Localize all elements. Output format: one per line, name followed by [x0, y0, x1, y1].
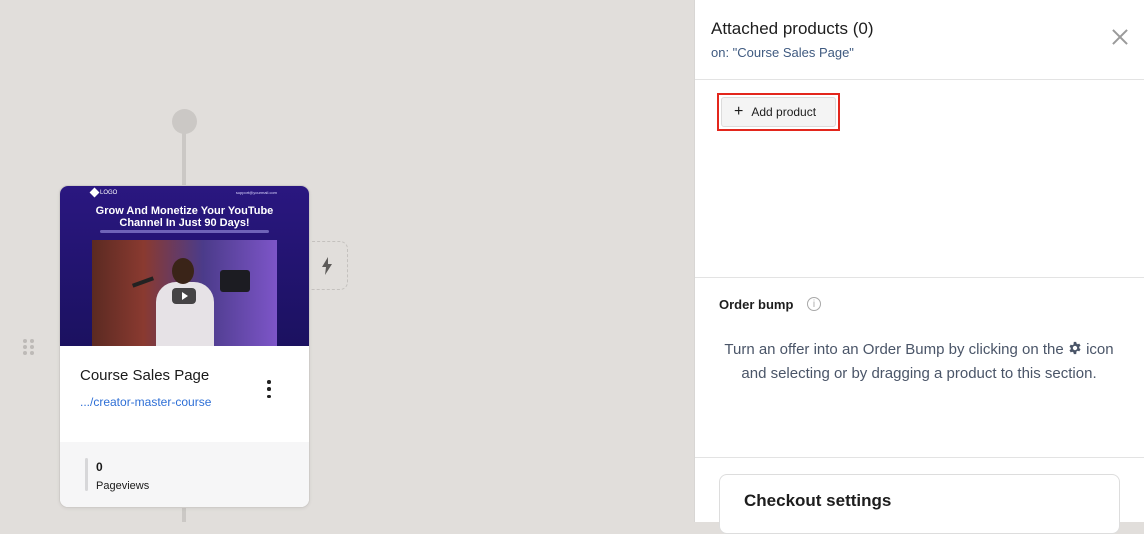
thumbnail-logo: LOGO [89, 187, 118, 198]
panel-header: Attached products (0) on: "Course Sales … [695, 0, 1144, 80]
page-thumbnail: LOGO support@yourmail.com Grow And Monet… [60, 186, 309, 346]
person-head [172, 258, 194, 284]
thumbnail-logo-text: LOGO [100, 189, 118, 196]
panel-title: Attached products (0) [711, 19, 874, 38]
pageviews-label: Pageviews [96, 480, 150, 492]
divider [695, 457, 1144, 458]
add-product-button[interactable]: + Add product [721, 97, 836, 127]
thumbnail-headline: Grow And Monetize Your YouTube Channel I… [95, 205, 274, 229]
close-icon[interactable] [1110, 27, 1130, 47]
checkout-settings-title: Checkout settings [744, 491, 892, 510]
thumbnail-email: support@yourmail.com [235, 190, 277, 195]
info-icon[interactable]: i [807, 297, 821, 311]
plus-icon: + [734, 103, 744, 120]
thumbnail-subtext [100, 230, 269, 233]
panel-subtitle: on: "Course Sales Page" [711, 45, 854, 60]
page-url-link[interactable]: .../creator-master-course [80, 395, 211, 409]
order-bump-title: Order bump [719, 297, 794, 312]
vertical-dots-icon[interactable] [261, 380, 277, 398]
stats-bar [85, 458, 88, 491]
add-product-label: Add product [751, 105, 817, 119]
attached-products-panel: Attached products (0) on: "Course Sales … [694, 0, 1144, 534]
order-bump-description: Turn an offer into an Order Bump by clic… [719, 338, 1119, 386]
lightning-bolt-icon [322, 256, 332, 275]
automation-slot[interactable] [307, 241, 348, 290]
pageviews-value: 0 [96, 460, 103, 474]
checkout-settings-card[interactable]: Checkout settings [719, 474, 1120, 534]
thumbnail-video [92, 240, 277, 346]
play-icon [172, 288, 196, 304]
page-title: Course Sales Page [80, 367, 210, 384]
mic-shape [131, 276, 155, 288]
gear-icon [1069, 341, 1081, 355]
page-card[interactable]: LOGO support@yourmail.com Grow And Monet… [59, 185, 310, 508]
page-stats: 0 Pageviews [60, 442, 309, 507]
camera-shape [220, 270, 250, 292]
divider [695, 277, 1144, 278]
flow-line [182, 130, 186, 190]
funnel-canvas[interactable]: LOGO support@yourmail.com Grow And Monet… [0, 0, 694, 522]
drag-handle-icon[interactable] [23, 339, 35, 355]
order-bump-desc-start: Turn an offer into an Order Bump by clic… [724, 341, 1064, 358]
